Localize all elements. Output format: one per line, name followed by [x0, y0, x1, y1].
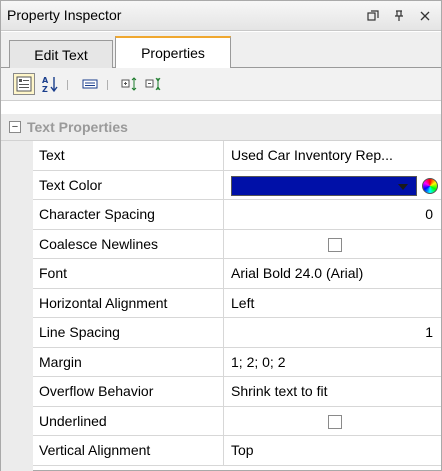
property-row-line-spacing[interactable]: Line Spacing 1	[33, 318, 441, 348]
collapse-all-icon[interactable]	[143, 73, 165, 95]
column-divider	[223, 406, 224, 435]
tab-label: Edit Text	[34, 46, 88, 63]
property-name: Text Color	[39, 176, 103, 193]
property-name: Margin	[39, 353, 82, 370]
column-divider	[223, 170, 224, 199]
property-name: Underlined	[39, 412, 107, 429]
dropdown-arrow-icon[interactable]	[398, 183, 408, 190]
property-row-character-spacing[interactable]: Character Spacing 0	[33, 200, 441, 230]
column-divider	[223, 436, 224, 465]
color-dropdown[interactable]	[231, 175, 417, 196]
property-row-horizontal-alignment[interactable]: Horizontal Alignment Left	[33, 288, 441, 318]
section-label: Text Properties	[27, 119, 128, 135]
property-name: Coalesce Newlines	[39, 235, 159, 252]
tab-properties[interactable]: Properties	[115, 36, 231, 68]
property-row-text-color[interactable]: Text Color	[33, 170, 441, 200]
property-name: Overflow Behavior	[39, 383, 154, 399]
coalesce-newlines-checkbox[interactable]	[328, 237, 342, 252]
property-row-vertical-alignment[interactable]: Vertical Alignment Top	[33, 436, 441, 466]
expand-all-icon[interactable]	[119, 73, 141, 95]
section-header-text-properties[interactable]: − Text Properties	[1, 114, 441, 141]
sort-alphabetical-icon[interactable]: AZ	[39, 73, 61, 95]
property-value[interactable]: Left	[231, 295, 254, 311]
property-value[interactable]: Shrink text to fit	[231, 383, 327, 399]
column-divider	[223, 288, 224, 317]
property-name: Font	[39, 265, 68, 281]
property-name: Vertical Alignment	[39, 442, 151, 458]
property-value[interactable]: 1; 2; 0; 2	[231, 354, 285, 370]
toolbar: AZ	[1, 68, 441, 101]
property-name: Text	[39, 147, 65, 163]
property-value[interactable]: Arial Bold 24.0 (Arial)	[231, 265, 363, 281]
property-value[interactable]: 1	[425, 324, 433, 340]
toolbar-separator	[67, 80, 68, 90]
property-pages-icon[interactable]	[79, 73, 101, 95]
property-value[interactable]: Used Car Inventory Rep...	[231, 147, 393, 163]
tab-label: Properties	[141, 45, 205, 61]
property-row-margin[interactable]: Margin 1; 2; 0; 2	[33, 347, 441, 377]
categorized-icon[interactable]	[13, 73, 35, 95]
color-wheel-icon[interactable]	[422, 177, 438, 194]
column-divider	[223, 377, 224, 406]
float-window-icon[interactable]	[363, 6, 383, 26]
underlined-checkbox[interactable]	[328, 414, 342, 429]
property-inspector-panel: Property Inspector Edit Text Properties …	[0, 0, 442, 471]
property-value[interactable]: Top	[231, 442, 254, 458]
column-divider	[223, 347, 224, 376]
column-divider	[223, 259, 224, 288]
collapse-icon[interactable]: −	[9, 121, 21, 133]
column-divider	[223, 229, 224, 258]
column-divider	[223, 141, 224, 170]
property-row-coalesce-newlines[interactable]: Coalesce Newlines	[33, 229, 441, 259]
property-row-text[interactable]: Text Used Car Inventory Rep...	[33, 141, 441, 171]
property-row-font[interactable]: Font Arial Bold 24.0 (Arial)	[33, 259, 441, 289]
svg-text:A: A	[42, 76, 49, 85]
tab-edit-text[interactable]: Edit Text	[9, 40, 113, 68]
pin-icon[interactable]	[389, 6, 409, 26]
property-row-overflow-behavior[interactable]: Overflow Behavior Shrink text to fit	[33, 377, 441, 407]
property-row-underlined[interactable]: Underlined	[33, 406, 441, 436]
window-title: Property Inspector	[7, 7, 122, 23]
property-value[interactable]: 0	[425, 206, 433, 222]
property-name: Horizontal Alignment	[39, 294, 168, 311]
close-icon[interactable]	[415, 6, 435, 26]
property-name: Line Spacing	[39, 324, 120, 340]
svg-text:Z: Z	[42, 85, 48, 94]
grid-gutter	[1, 141, 33, 471]
column-divider	[223, 200, 224, 229]
property-name: Character Spacing	[39, 206, 155, 222]
tab-strip: Edit Text Properties	[1, 32, 441, 68]
toolbar-separator	[107, 80, 108, 90]
column-divider	[223, 318, 224, 347]
title-bar: Property Inspector	[1, 1, 441, 31]
property-rows: Text Used Car Inventory Rep... Text Colo…	[33, 141, 441, 466]
